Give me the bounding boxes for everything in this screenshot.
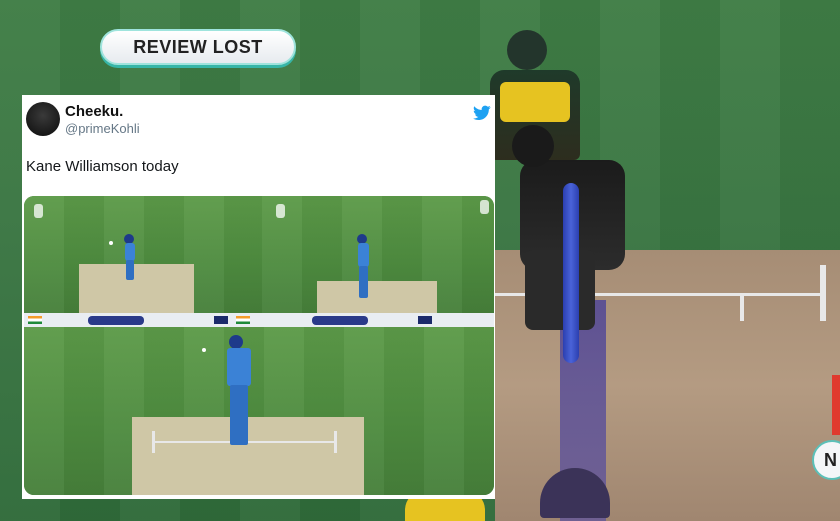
score-box — [88, 315, 144, 325]
return-crease — [740, 293, 744, 321]
world-cup-logo — [276, 204, 285, 218]
new-zealand-flag-icon — [418, 316, 432, 324]
media-panel-top-right — [262, 196, 494, 313]
batter-pads — [525, 250, 595, 330]
broadcast-scorebar — [24, 313, 494, 327]
tweet-text: Kane Williamson today — [26, 158, 179, 175]
media-panel-top-left — [24, 196, 262, 313]
score-box — [312, 315, 368, 325]
return-crease-far — [820, 265, 826, 321]
review-lost-badge: REVIEW LOST — [100, 29, 296, 65]
india-flag-icon — [236, 316, 250, 324]
team-tag-text: N — [824, 449, 837, 470]
wicketkeeper-helmet — [507, 30, 547, 70]
display-name[interactable]: Cheeku. — [65, 103, 123, 120]
profile-avatar[interactable] — [26, 102, 60, 136]
wicketkeeper-shirt — [500, 82, 570, 122]
world-cup-logo — [480, 200, 489, 214]
review-lost-label: REVIEW LOST — [133, 36, 263, 57]
mini-pitch — [317, 281, 437, 313]
mini-pitch — [132, 417, 364, 495]
tweet-media[interactable] — [24, 196, 494, 495]
new-zealand-flag-icon — [214, 316, 228, 324]
graphic-edge-red — [832, 375, 840, 435]
media-panel-bottom — [24, 327, 494, 495]
ball — [109, 241, 113, 245]
ball — [202, 348, 206, 352]
tweet-card[interactable]: Cheeku. @primeKohli Kane Williamson toda… — [22, 95, 495, 499]
india-flag-icon — [28, 316, 42, 324]
mini-pitch — [79, 264, 194, 313]
user-handle[interactable]: @primeKohli — [65, 121, 140, 136]
hawkeye-stump — [563, 183, 579, 363]
twitter-bird-icon — [473, 105, 491, 121]
world-cup-logo — [34, 204, 43, 218]
batter-helmet — [512, 125, 554, 167]
